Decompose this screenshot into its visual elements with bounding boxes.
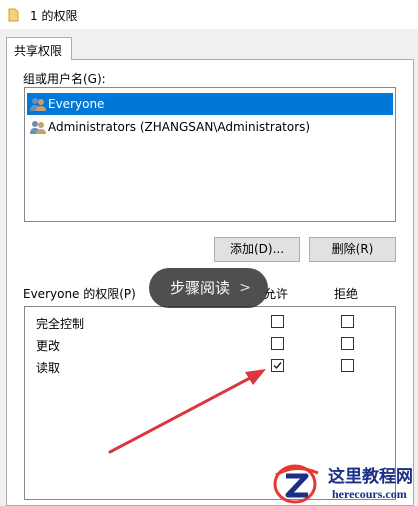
step-reading-label: 步骤阅读 — [170, 279, 231, 297]
permission-change: 更改 — [36, 339, 61, 353]
window-titlebar: 1 的权限 — [0, 0, 418, 30]
watermark: 这里教程网 herecours.com — [270, 459, 418, 506]
permission-full-control: 完全控制 — [36, 317, 85, 331]
user-group-icon — [30, 121, 46, 134]
column-deny: 拒绝 — [334, 287, 359, 301]
site-logo — [273, 464, 319, 504]
step-reading-button[interactable]: 步骤阅读 > — [149, 268, 268, 308]
deny-full-control-checkbox[interactable] — [341, 315, 354, 328]
allow-read-checkbox[interactable] — [271, 359, 284, 372]
users-listbox[interactable]: Everyone Administrators (ZHANGSAN\Admini… — [24, 87, 396, 222]
chevron-right-icon: > — [239, 280, 251, 296]
remove-button[interactable]: 删除(R) — [309, 237, 396, 262]
window-title: 1 的权限 — [30, 9, 78, 23]
watermark-name: 这里教程网 — [328, 467, 413, 487]
allow-change-checkbox[interactable] — [271, 337, 284, 350]
user-group-icon — [30, 98, 46, 111]
list-item-label: Everyone — [48, 97, 105, 111]
tab-share-permissions[interactable]: 共享权限 — [6, 37, 72, 60]
users-label: 组或用户名(G): — [23, 72, 106, 86]
check-icon — [273, 362, 282, 370]
list-item-everyone[interactable]: Everyone — [27, 93, 393, 115]
list-item-administrators[interactable]: Administrators (ZHANGSAN\Administrators) — [27, 116, 393, 138]
deny-change-checkbox[interactable] — [341, 337, 354, 350]
permissions-title: Everyone 的权限(P) — [23, 287, 136, 301]
list-item-label: Administrators (ZHANGSAN\Administrators) — [48, 120, 311, 134]
folder-icon — [8, 8, 19, 22]
deny-read-checkbox[interactable] — [341, 359, 354, 372]
allow-full-control-checkbox[interactable] — [271, 315, 284, 328]
permission-read: 读取 — [36, 361, 61, 375]
add-button[interactable]: 添加(D)... — [214, 237, 300, 262]
tab-label: 共享权限 — [14, 44, 63, 58]
watermark-url: herecours.com — [332, 487, 407, 501]
